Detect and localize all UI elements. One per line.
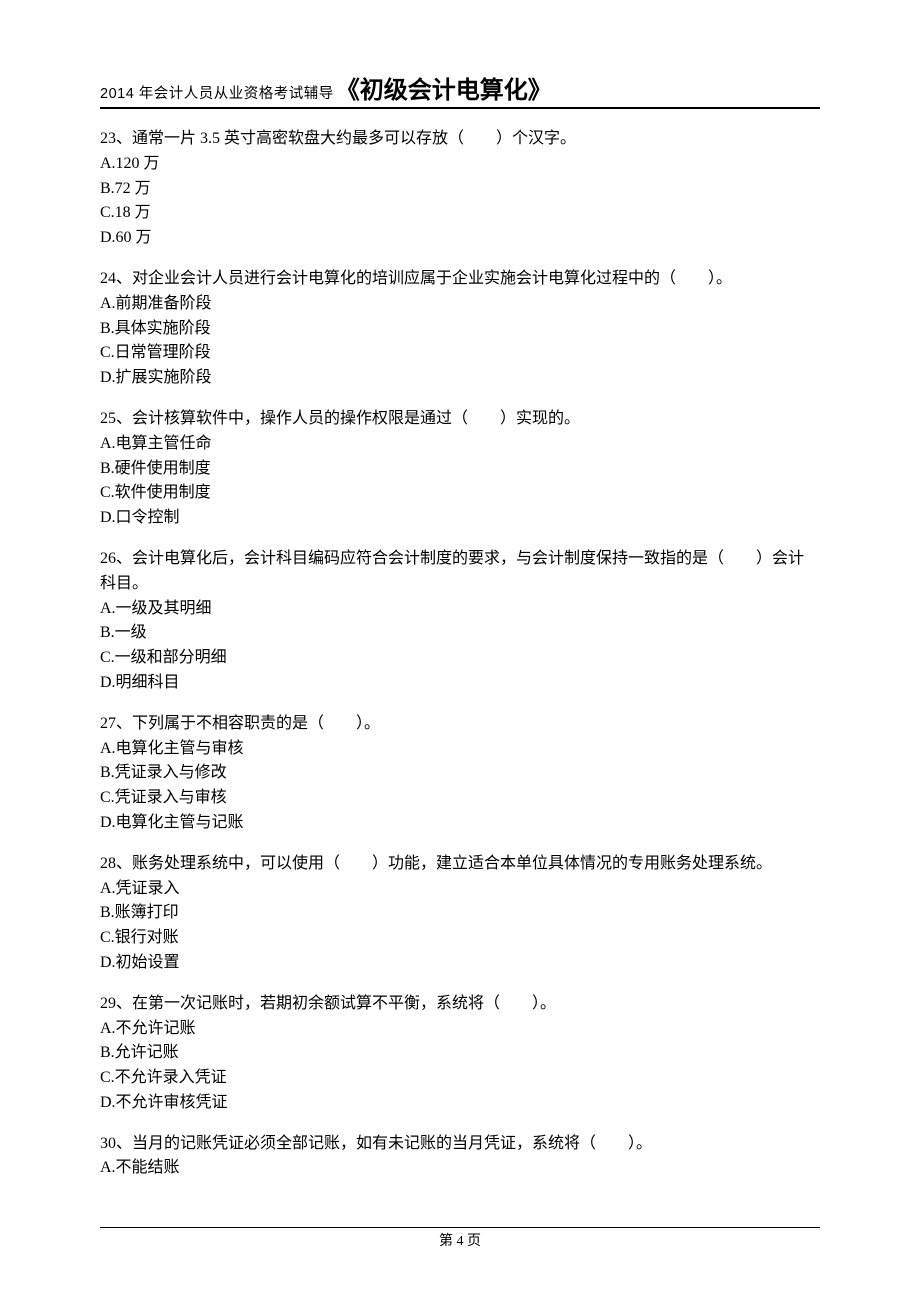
question-option: B.72 万	[100, 177, 820, 202]
question-option: C.不允许录入凭证	[100, 1066, 820, 1091]
question-option: B.硬件使用制度	[100, 457, 820, 482]
question-number: 25、	[100, 410, 132, 427]
question-30: 30、当月的记账凭证必须全部记账，如有未记账的当月凭证，系统将（ ）。 A.不能…	[100, 1132, 820, 1182]
question-option: D.口令控制	[100, 506, 820, 531]
question-option: C.18 万	[100, 201, 820, 226]
question-stem: 28、账务处理系统中，可以使用（ ）功能，建立适合本单位具体情况的专用账务处理系…	[100, 852, 820, 877]
question-number: 23、	[100, 130, 132, 147]
question-text: 下列属于不相容职责的是（ ）。	[132, 715, 380, 732]
question-option: D.60 万	[100, 226, 820, 251]
header-subtitle: 2014 年会计人员从业资格考试辅导	[100, 82, 334, 103]
question-number: 30、	[100, 1135, 132, 1152]
question-option: A.前期准备阶段	[100, 292, 820, 317]
question-number: 27、	[100, 715, 132, 732]
question-text: 会计核算软件中，操作人员的操作权限是通过（ ）实现的。	[132, 410, 580, 427]
question-option: A.120 万	[100, 152, 820, 177]
question-option: D.初始设置	[100, 951, 820, 976]
question-option: B.一级	[100, 621, 820, 646]
footer-rule	[100, 1227, 820, 1228]
header-title: 《初级会计电算化》	[336, 70, 552, 105]
question-26: 26、会计电算化后，会计科目编码应符合会计制度的要求，与会计制度保持一致指的是（…	[100, 547, 820, 696]
document-page: 2014 年会计人员从业资格考试辅导 《初级会计电算化》 23、通常一片 3.5…	[0, 0, 920, 1302]
question-option: D.扩展实施阶段	[100, 366, 820, 391]
question-option: C.凭证录入与审核	[100, 786, 820, 811]
question-stem: 27、下列属于不相容职责的是（ ）。	[100, 712, 820, 737]
question-option: C.日常管理阶段	[100, 341, 820, 366]
question-option: D.明细科目	[100, 671, 820, 696]
question-option: A.电算主管任命	[100, 432, 820, 457]
question-option: C.软件使用制度	[100, 481, 820, 506]
question-text: 通常一片 3.5 英寸高密软盘大约最多可以存放（ ）个汉字。	[132, 130, 576, 147]
question-stem: 24、对企业会计人员进行会计电算化的培训应属于企业实施会计电算化过程中的（ ）。	[100, 267, 820, 292]
question-number: 28、	[100, 855, 132, 872]
question-number: 24、	[100, 270, 132, 287]
question-text: 当月的记账凭证必须全部记账，如有未记账的当月凭证，系统将（ ）。	[132, 1135, 652, 1152]
question-option: B.凭证录入与修改	[100, 761, 820, 786]
question-stem: 25、会计核算软件中，操作人员的操作权限是通过（ ）实现的。	[100, 407, 820, 432]
question-25: 25、会计核算软件中，操作人员的操作权限是通过（ ）实现的。 A.电算主管任命 …	[100, 407, 820, 531]
question-stem: 30、当月的记账凭证必须全部记账，如有未记账的当月凭证，系统将（ ）。	[100, 1132, 820, 1157]
question-23: 23、通常一片 3.5 英寸高密软盘大约最多可以存放（ ）个汉字。 A.120 …	[100, 127, 820, 251]
question-option: A.电算化主管与审核	[100, 737, 820, 762]
question-option: A.不允许记账	[100, 1017, 820, 1042]
question-option: A.凭证录入	[100, 877, 820, 902]
question-text: 对企业会计人员进行会计电算化的培训应属于企业实施会计电算化过程中的（ ）。	[132, 270, 732, 287]
question-stem: 26、会计电算化后，会计科目编码应符合会计制度的要求，与会计制度保持一致指的是（…	[100, 547, 820, 597]
question-number: 29、	[100, 995, 132, 1012]
question-option: B.账簿打印	[100, 901, 820, 926]
page-number: 第 4 页	[439, 1234, 481, 1249]
question-option: A.一级及其明细	[100, 597, 820, 622]
question-text: 在第一次记账时，若期初余额试算不平衡，系统将（ ）。	[132, 995, 556, 1012]
content-body: 23、通常一片 3.5 英寸高密软盘大约最多可以存放（ ）个汉字。 A.120 …	[100, 127, 820, 1181]
question-24: 24、对企业会计人员进行会计电算化的培训应属于企业实施会计电算化过程中的（ ）。…	[100, 267, 820, 391]
question-option: C.银行对账	[100, 926, 820, 951]
question-number: 26、	[100, 550, 132, 567]
question-option: B.允许记账	[100, 1041, 820, 1066]
header-inner: 2014 年会计人员从业资格考试辅导 《初级会计电算化》	[100, 70, 820, 105]
page-header: 2014 年会计人员从业资格考试辅导 《初级会计电算化》	[100, 70, 820, 109]
question-option: C.一级和部分明细	[100, 646, 820, 671]
question-text: 账务处理系统中，可以使用（ ）功能，建立适合本单位具体情况的专用账务处理系统。	[132, 855, 772, 872]
question-27: 27、下列属于不相容职责的是（ ）。 A.电算化主管与审核 B.凭证录入与修改 …	[100, 712, 820, 836]
question-stem: 29、在第一次记账时，若期初余额试算不平衡，系统将（ ）。	[100, 992, 820, 1017]
question-option: D.不允许审核凭证	[100, 1091, 820, 1116]
question-text: 会计电算化后，会计科目编码应符合会计制度的要求，与会计制度保持一致指的是（ ）会…	[100, 550, 804, 592]
question-option: A.不能结账	[100, 1156, 820, 1181]
question-28: 28、账务处理系统中，可以使用（ ）功能，建立适合本单位具体情况的专用账务处理系…	[100, 852, 820, 976]
question-29: 29、在第一次记账时，若期初余额试算不平衡，系统将（ ）。 A.不允许记账 B.…	[100, 992, 820, 1116]
question-option: B.具体实施阶段	[100, 317, 820, 342]
page-footer: 第 4 页	[100, 1227, 820, 1250]
question-stem: 23、通常一片 3.5 英寸高密软盘大约最多可以存放（ ）个汉字。	[100, 127, 820, 152]
question-option: D.电算化主管与记账	[100, 811, 820, 836]
